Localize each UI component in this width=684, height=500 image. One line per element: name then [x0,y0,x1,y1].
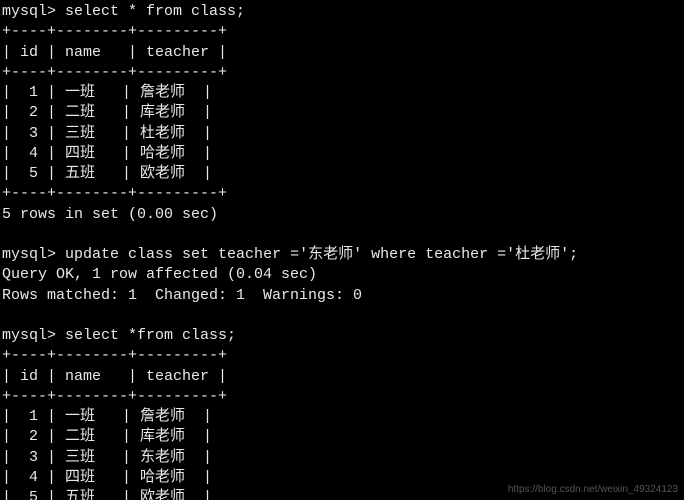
prompt: mysql> [2,327,56,344]
prompt: mysql> [2,246,56,263]
table-row: | 4 | 四班 | 哈老师 | [2,469,212,486]
prompt: mysql> [2,3,56,20]
table-border: +----+--------+---------+ [2,64,227,81]
table-border: +----+--------+---------+ [2,23,227,40]
table-row: | 5 | 五班 | 欧老师 | [2,489,212,500]
terminal-output: mysql> select * from class; +----+------… [0,0,684,500]
table-row: | 2 | 二班 | 库老师 | [2,104,212,121]
table-border: +----+--------+---------+ [2,347,227,364]
watermark-text: https://blog.csdn.net/weixin_49324123 [508,483,678,497]
table-row: | 1 | 一班 | 詹老师 | [2,408,212,425]
rows-in-set: 5 rows in set (0.00 sec) [2,206,218,223]
table-border: +----+--------+---------+ [2,185,227,202]
sql-select-2: select *from class; [65,327,236,344]
table-row: | 3 | 三班 | 杜老师 | [2,125,212,142]
table-header: | id | name | teacher | [2,368,227,385]
query-ok: Query OK, 1 row affected (0.04 sec) [2,266,317,283]
table-row: | 3 | 三班 | 东老师 | [2,449,212,466]
table-row: | 1 | 一班 | 詹老师 | [2,84,212,101]
table-header: | id | name | teacher | [2,44,227,61]
table-row: | 2 | 二班 | 库老师 | [2,428,212,445]
sql-select-1: select * from class; [65,3,245,20]
rows-matched: Rows matched: 1 Changed: 1 Warnings: 0 [2,287,362,304]
table-border: +----+--------+---------+ [2,388,227,405]
table-row: | 4 | 四班 | 哈老师 | [2,145,212,162]
table-row: | 5 | 五班 | 欧老师 | [2,165,212,182]
sql-update: update class set teacher ='东老师' where te… [65,246,578,263]
